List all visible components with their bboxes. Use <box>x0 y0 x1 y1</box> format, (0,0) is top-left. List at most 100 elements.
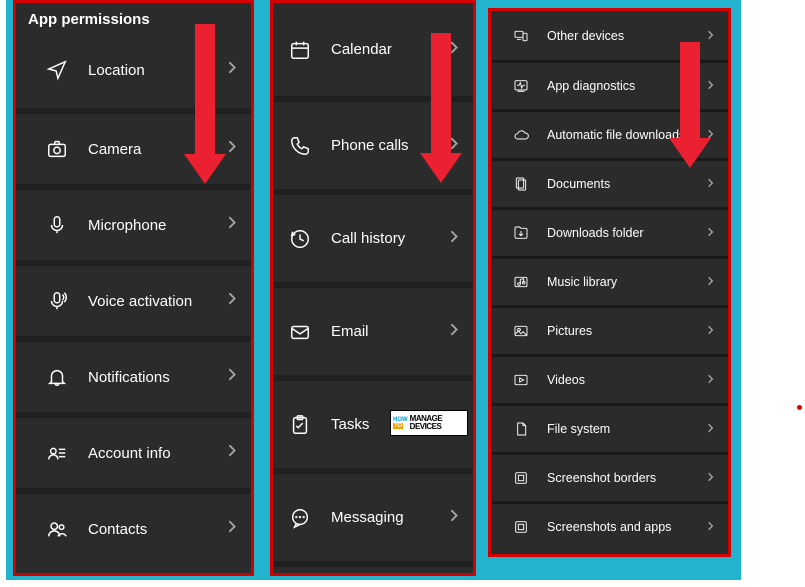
permission-item-phone[interactable]: Phone calls <box>273 96 473 189</box>
permissions-list-1: Location Camera Microphone Voice activation… <box>16 32 251 564</box>
permission-label: Calendar <box>331 41 392 58</box>
call-history-icon <box>287 228 313 250</box>
pictures-icon <box>511 323 531 339</box>
permission-item-location[interactable]: Location <box>16 32 251 108</box>
permission-item-voice-activation[interactable]: Voice activation <box>16 260 251 336</box>
contacts-icon <box>44 518 70 540</box>
permission-label: Location <box>88 62 145 79</box>
screenshot-icon <box>511 519 531 535</box>
permission-label: Music library <box>547 275 617 289</box>
permission-item-file-system[interactable]: File system <box>491 403 728 452</box>
permission-item-calendar[interactable]: Calendar <box>273 3 473 96</box>
voice-activation-icon <box>44 290 70 312</box>
file-system-icon <box>511 421 531 437</box>
permission-item-other-devices[interactable]: Other devices <box>491 11 728 60</box>
chevron-right-icon <box>707 126 714 144</box>
chevron-right-icon <box>707 175 714 193</box>
chevron-right-icon <box>227 216 237 235</box>
permission-item-microphone[interactable]: Microphone <box>16 184 251 260</box>
chevron-right-icon <box>227 368 237 387</box>
permission-label: Phone calls <box>331 137 409 154</box>
account-info-icon <box>44 442 70 464</box>
email-icon <box>287 321 313 343</box>
permission-item-screenshot[interactable]: Screenshots and apps <box>491 501 728 550</box>
permission-label: Downloads folder <box>547 226 644 240</box>
permission-label: File system <box>547 422 610 436</box>
camera-icon <box>44 138 70 160</box>
permission-item-cloud[interactable]: Automatic file downloads <box>491 109 728 158</box>
chevron-right-icon <box>707 371 714 389</box>
chevron-right-icon <box>227 140 237 159</box>
permission-item-messaging[interactable]: Messaging <box>273 468 473 561</box>
permission-label: Call history <box>331 230 405 247</box>
permission-label: Email <box>331 323 369 340</box>
permission-label: Pictures <box>547 324 592 338</box>
permission-item-camera[interactable]: Camera <box>16 108 251 184</box>
videos-icon <box>511 372 531 388</box>
chevron-right-icon <box>449 508 459 527</box>
permission-label: Contacts <box>88 521 147 538</box>
permission-label: Voice activation <box>88 293 192 310</box>
permission-label: Tasks <box>331 416 369 433</box>
permission-item-account-info[interactable]: Account info <box>16 412 251 488</box>
permission-item-music[interactable]: Music library <box>491 256 728 305</box>
diagnostics-icon <box>511 78 531 94</box>
permission-label: Screenshots and apps <box>547 520 671 534</box>
permission-item-screenshot[interactable]: Screenshot borders <box>491 452 728 501</box>
permissions-panel-1: App permissions Location Camera Microphone… <box>13 0 254 576</box>
permissions-panel-3: Other devices App diagnostics Automatic fi… <box>488 8 731 557</box>
permission-item-pictures[interactable]: Pictures <box>491 305 728 354</box>
chevron-right-icon <box>707 27 714 45</box>
chevron-right-icon <box>449 229 459 248</box>
permission-label: App diagnostics <box>547 79 635 93</box>
phone-icon <box>287 135 313 157</box>
cloud-icon <box>511 127 531 143</box>
chevron-right-icon <box>449 322 459 341</box>
permission-label: Documents <box>547 177 610 191</box>
other-devices-icon <box>511 28 531 44</box>
decorative-dot <box>797 405 802 410</box>
permission-item-diagnostics[interactable]: App diagnostics <box>491 60 728 109</box>
permission-label: Camera <box>88 141 141 158</box>
permission-item-radios[interactable]: Radios <box>273 561 473 576</box>
permission-label: Microphone <box>88 217 166 234</box>
permission-label: Screenshot borders <box>547 471 656 485</box>
microphone-icon <box>44 214 70 236</box>
permissions-heading: App permissions <box>16 3 251 32</box>
permission-item-contacts[interactable]: Contacts <box>16 488 251 564</box>
chevron-right-icon <box>707 224 714 242</box>
chevron-right-icon <box>449 136 459 155</box>
permission-label: Account info <box>88 445 171 462</box>
permission-item-call-history[interactable]: Call history <box>273 189 473 282</box>
permission-item-email[interactable]: Email <box>273 282 473 375</box>
permission-label: Messaging <box>331 509 404 526</box>
chevron-right-icon <box>227 61 237 80</box>
permission-label: Videos <box>547 373 585 387</box>
chevron-right-icon <box>227 444 237 463</box>
chevron-right-icon <box>707 420 714 438</box>
notifications-icon <box>44 366 70 388</box>
documents-icon <box>511 176 531 192</box>
permission-item-notifications[interactable]: Notifications <box>16 336 251 412</box>
location-icon <box>44 59 70 81</box>
screenshot-icon <box>511 470 531 486</box>
permission-label: Other devices <box>547 29 624 43</box>
permissions-list-3: Other devices App diagnostics Automatic fi… <box>491 11 728 550</box>
messaging-icon <box>287 507 313 529</box>
calendar-icon <box>287 39 313 61</box>
permission-item-downloads[interactable]: Downloads folder <box>491 207 728 256</box>
chevron-right-icon <box>707 322 714 340</box>
permission-item-documents[interactable]: Documents <box>491 158 728 207</box>
watermark: HOWTO MANAGE DEVICES <box>390 410 468 436</box>
chevron-right-icon <box>707 469 714 487</box>
permission-label: Notifications <box>88 369 170 386</box>
chevron-right-icon <box>707 273 714 291</box>
chevron-right-icon <box>707 518 714 536</box>
permissions-panel-2: Calendar Phone calls Call history Email Task… <box>270 0 476 576</box>
permission-item-videos[interactable]: Videos <box>491 354 728 403</box>
permissions-list-2: Calendar Phone calls Call history Email Task… <box>273 3 473 576</box>
chevron-right-icon <box>449 40 459 59</box>
tasks-icon <box>287 414 313 436</box>
downloads-icon <box>511 225 531 241</box>
chevron-right-icon <box>707 77 714 95</box>
